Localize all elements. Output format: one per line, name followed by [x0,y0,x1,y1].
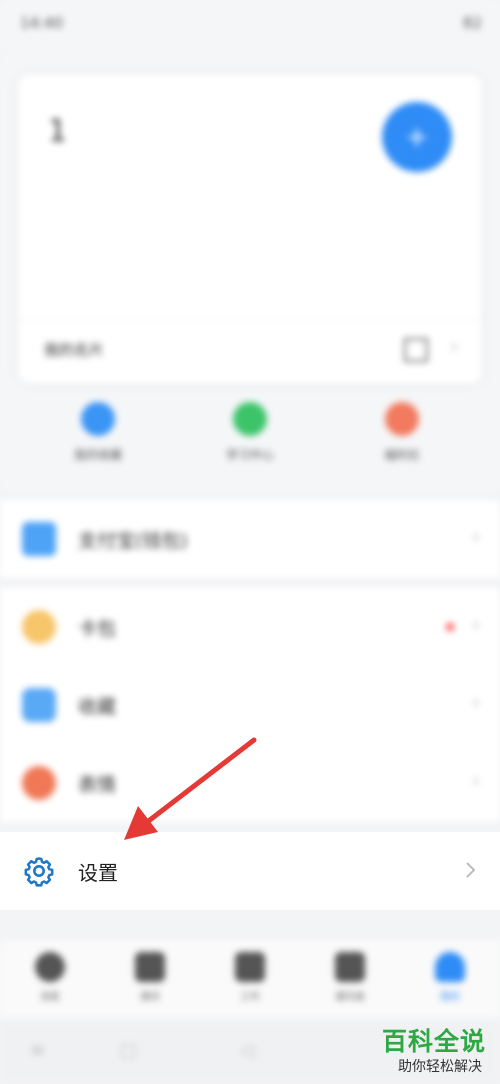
tab-label: 消息 [40,992,60,1003]
menu-icon[interactable]: ≡ [30,1040,45,1061]
menu-group-wallet: 支付宝(钱包) › [0,500,500,578]
menu-item-collect[interactable]: 收藏 › [0,666,500,744]
collect-icon [22,688,56,722]
learning-icon [233,402,267,436]
profile-section: 1 + 我的名片 › 我的收藏 学习中心 福利社 [0,52,500,492]
menu-item-wallet[interactable]: 支付宝(钱包) › [0,500,500,578]
collection-icon [81,402,115,436]
docs-icon [135,952,165,982]
gift-icon [385,402,419,436]
tab-address-book[interactable]: 通讯录 [315,952,385,1003]
quick-action-label: 福利社 [383,448,420,462]
menu-group-tools: 卡包 › 收藏 › 表情 › [0,588,500,822]
bottom-tab-bar: 消息 通讯 工作 通讯录 我的 [0,940,500,1020]
status-time: 14:40 [20,14,64,32]
tab-contacts[interactable]: 通讯 [115,952,185,1003]
emoji-icon [22,766,56,800]
quick-action-0[interactable]: 我的收藏 [38,402,158,463]
business-card-label: 我的名片 [44,341,105,359]
menu-item-label: 支付宝(钱包) [78,530,188,552]
watermark-logo: 百科全说 助你轻松解决 [372,1018,490,1078]
tab-messages[interactable]: 消息 [15,952,85,1003]
message-icon [35,952,65,982]
menu-item-emoji[interactable]: 表情 › [0,744,500,822]
tab-label: 通讯录 [335,992,365,1003]
coupon-icon [22,610,56,644]
settings-label: 设置 [78,861,118,885]
menu-item-coupons[interactable]: 卡包 › [0,588,500,666]
menu-item-settings[interactable]: 设置 [0,832,500,910]
card-divider [18,319,482,320]
chevron-right-icon: › [472,768,480,792]
tab-label: 通讯 [140,992,160,1003]
quick-action-1[interactable]: 学习中心 [190,402,310,463]
grid-icon [235,952,265,982]
wallet-icon [22,522,56,556]
tab-me[interactable]: 我的 [415,952,485,1003]
quick-action-label: 学习中心 [225,448,274,462]
battery-indicator: 82 [462,14,482,32]
add-icon[interactable]: + [382,102,452,172]
back-icon[interactable]: ◁ [240,1040,254,1061]
gear-icon [24,857,54,887]
chevron-right-icon: › [472,690,480,714]
profile-card[interactable]: 1 + 我的名片 › [18,74,482,384]
menu-item-label: 收藏 [78,696,117,718]
chevron-right-icon: › [450,336,458,357]
home-icon[interactable]: □ [120,1040,137,1061]
watermark-title: 百科全说 [381,1027,486,1056]
quick-action-label: 我的收藏 [73,448,122,462]
tab-work[interactable]: 工作 [215,952,285,1003]
chevron-right-icon [466,862,476,878]
chevron-right-icon: › [472,524,480,548]
tab-label: 我的 [440,992,460,1003]
menu-item-label: 表情 [78,774,117,796]
person-icon [435,952,465,982]
quick-action-2[interactable]: 福利社 [342,402,462,463]
qr-code-icon[interactable] [404,338,428,362]
tab-label: 工作 [240,992,260,1003]
profile-number: 1 [48,114,68,149]
chevron-right-icon: › [472,612,480,636]
menu-item-label: 卡包 [78,618,117,640]
address-book-icon [335,952,365,982]
status-bar: 14:40 82 [0,0,500,52]
watermark-subtitle: 助你轻松解决 [398,1059,482,1075]
notification-dot [446,623,454,631]
